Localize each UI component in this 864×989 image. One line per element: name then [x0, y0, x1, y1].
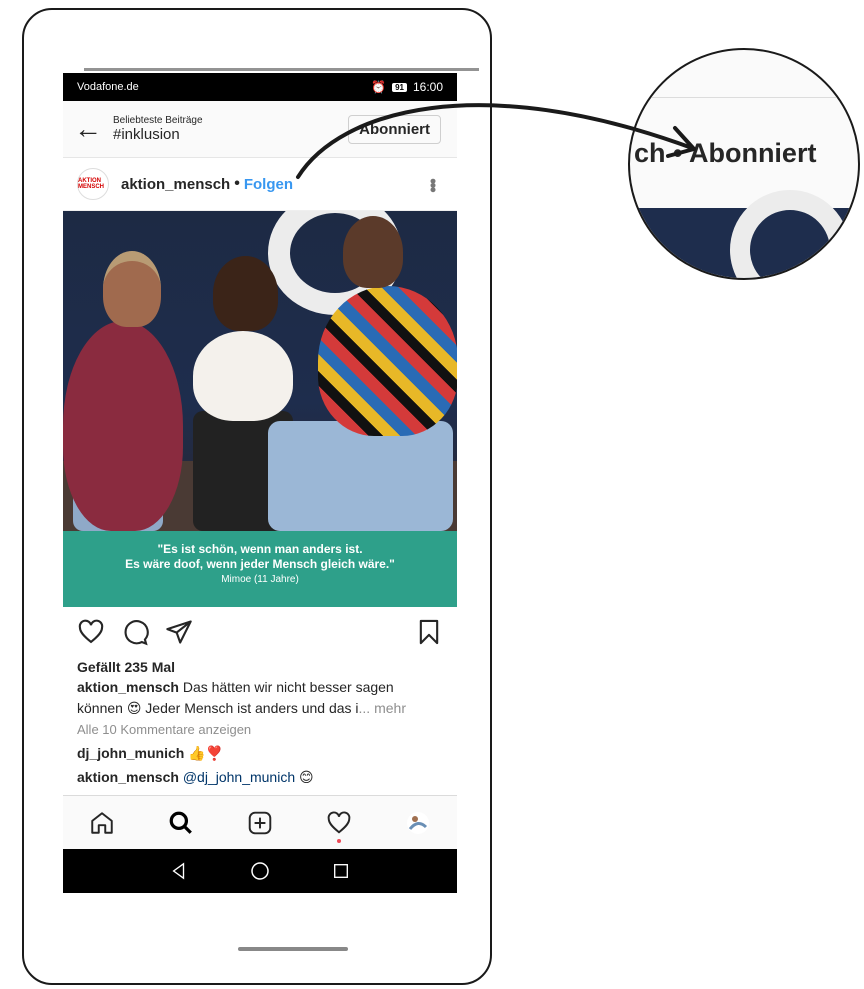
activity-heart-icon[interactable]	[324, 808, 354, 843]
share-icon[interactable]	[165, 618, 193, 646]
comment-username[interactable]: aktion_mensch	[77, 769, 179, 785]
caption-username[interactable]: aktion_mensch	[77, 679, 179, 695]
bottom-tab-bar	[63, 795, 457, 850]
person-middle-head	[213, 256, 278, 331]
person-left-head	[103, 251, 161, 327]
comment-username[interactable]: dj_john_munich	[77, 745, 184, 761]
person-right-legs	[268, 421, 453, 531]
zoom-magnifier: ch • Abonniert	[628, 48, 860, 280]
action-bar	[63, 607, 457, 657]
quote-line-2: Es wäre doof, wenn jeder Mensch gleich w…	[125, 557, 395, 571]
carrier-label: Vodafone.de	[77, 81, 139, 93]
comment-icon[interactable]	[121, 618, 149, 646]
quote-author: Mimoe (11 Jahre)	[221, 574, 299, 585]
heart-icon[interactable]	[77, 618, 105, 646]
person-middle	[193, 331, 293, 421]
subscribed-button[interactable]: Abonniert	[348, 114, 441, 144]
add-post-icon[interactable]	[245, 808, 275, 838]
follow-link[interactable]: Folgen	[244, 176, 293, 193]
more-options-icon[interactable]: •••	[422, 178, 443, 191]
view-comments-link[interactable]: Alle 10 Kommentare anzeigen	[63, 719, 457, 741]
clock: 16:00	[412, 80, 443, 94]
post-header: AKTION MENSCH aktion_mensch • Folgen •••	[63, 158, 457, 211]
comment-row: dj_john_munich 👍❣️	[63, 741, 457, 765]
home-circle-icon[interactable]	[250, 861, 270, 881]
zoom-divider	[630, 97, 858, 98]
notification-dot	[336, 839, 341, 843]
phone-speaker	[238, 947, 348, 951]
quote-line-1: "Es ist schön, wenn man anders ist.	[157, 542, 363, 556]
recents-square-icon[interactable]	[332, 862, 350, 880]
person-right-head	[343, 216, 403, 288]
zoom-wall-decoration	[730, 190, 850, 278]
back-arrow-icon[interactable]: ←	[63, 115, 113, 143]
battery-icon: 91	[392, 82, 407, 92]
separator-dot: •	[234, 175, 240, 192]
home-icon[interactable]	[87, 808, 117, 838]
android-nav-bar	[63, 849, 457, 893]
post-photo[interactable]	[63, 211, 457, 531]
avatar[interactable]: AKTION MENSCH	[77, 168, 109, 200]
hashtag-title: #inklusion	[113, 126, 180, 143]
caption-more-link[interactable]: ... mehr	[359, 700, 406, 716]
alarm-icon: ⏰	[371, 80, 387, 94]
comment-row: aktion_mensch @dj_john_munich 😊	[63, 765, 457, 789]
like-count[interactable]: Gefällt 235 Mal	[63, 657, 457, 677]
post-username[interactable]: aktion_mensch	[121, 176, 230, 193]
search-icon[interactable]	[166, 808, 196, 838]
zoom-subscribed-label: ch • Abonniert	[634, 138, 817, 168]
phone-screen: Vodafone.de ⏰ 91 16:00 ← Beliebteste Bei…	[63, 73, 457, 893]
comment-emoji: 😊	[295, 769, 314, 785]
person-left	[63, 321, 183, 531]
comment-text: 👍❣️	[184, 745, 224, 761]
phone-top-edge	[84, 68, 479, 71]
back-triangle-icon[interactable]	[170, 862, 188, 880]
status-bar: Vodafone.de ⏰ 91 16:00	[63, 73, 457, 101]
comment-mention[interactable]: @dj_john_munich	[179, 769, 295, 785]
quote-banner: "Es ist schön, wenn man anders ist. Es w…	[63, 531, 457, 607]
profile-avatar-icon[interactable]	[403, 808, 433, 838]
bookmark-icon[interactable]	[415, 618, 443, 646]
post-caption: aktion_mensch Das hätten wir nicht besse…	[63, 677, 457, 719]
person-right	[318, 286, 457, 436]
hashtag-header: ← Beliebteste Beiträge #inklusion Abonni…	[63, 101, 457, 158]
header-subtitle: Beliebteste Beiträge	[113, 115, 203, 126]
